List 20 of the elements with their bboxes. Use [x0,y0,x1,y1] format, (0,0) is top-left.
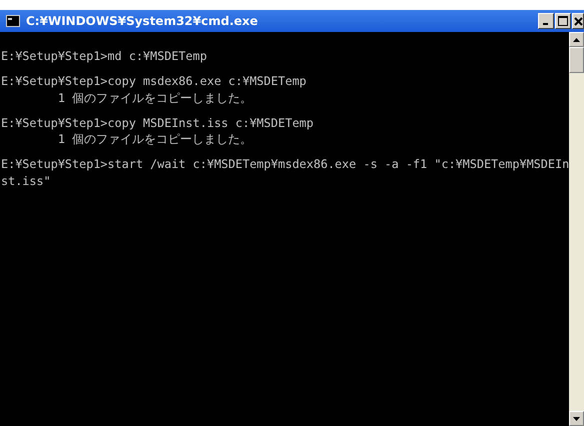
maximize-icon [558,16,568,26]
console-line: st.iss" [1,172,52,189]
console-line: E:¥Setup¥Step1>copy msdex86.exe c:¥MSDETemp [1,73,308,90]
up-arrow-icon [573,38,580,42]
scrollbar[interactable] [569,32,584,426]
console-icon [6,15,20,27]
console-line: E:¥Setup¥Step1>start /wait c:¥MSDETemp¥msdex86.exe -s -a -f1 "c:¥MSDETemp¥MSDEIn [1,156,569,172]
scroll-up-button[interactable] [569,32,584,47]
minimize-button[interactable] [538,13,554,29]
console-line: 1 個のファイルをコピーしました。 [56,131,254,148]
scroll-down-button[interactable] [569,411,584,426]
console-line: E:¥Setup¥Step1>md c:¥MSDETemp [1,48,208,64]
window-title: C:¥WINDOWS¥System32¥cmd.exe [26,14,259,28]
console-line: 1 個のファイルをコピーしました。 [56,90,254,106]
maximize-button[interactable] [555,13,571,29]
scroll-thumb[interactable] [569,47,584,73]
down-arrow-icon [573,416,580,420]
console-line: E:¥Setup¥Step1>copy MSDEInst.iss c:¥MSDETemp [1,114,315,131]
close-icon [574,16,583,26]
close-button[interactable] [572,13,584,29]
